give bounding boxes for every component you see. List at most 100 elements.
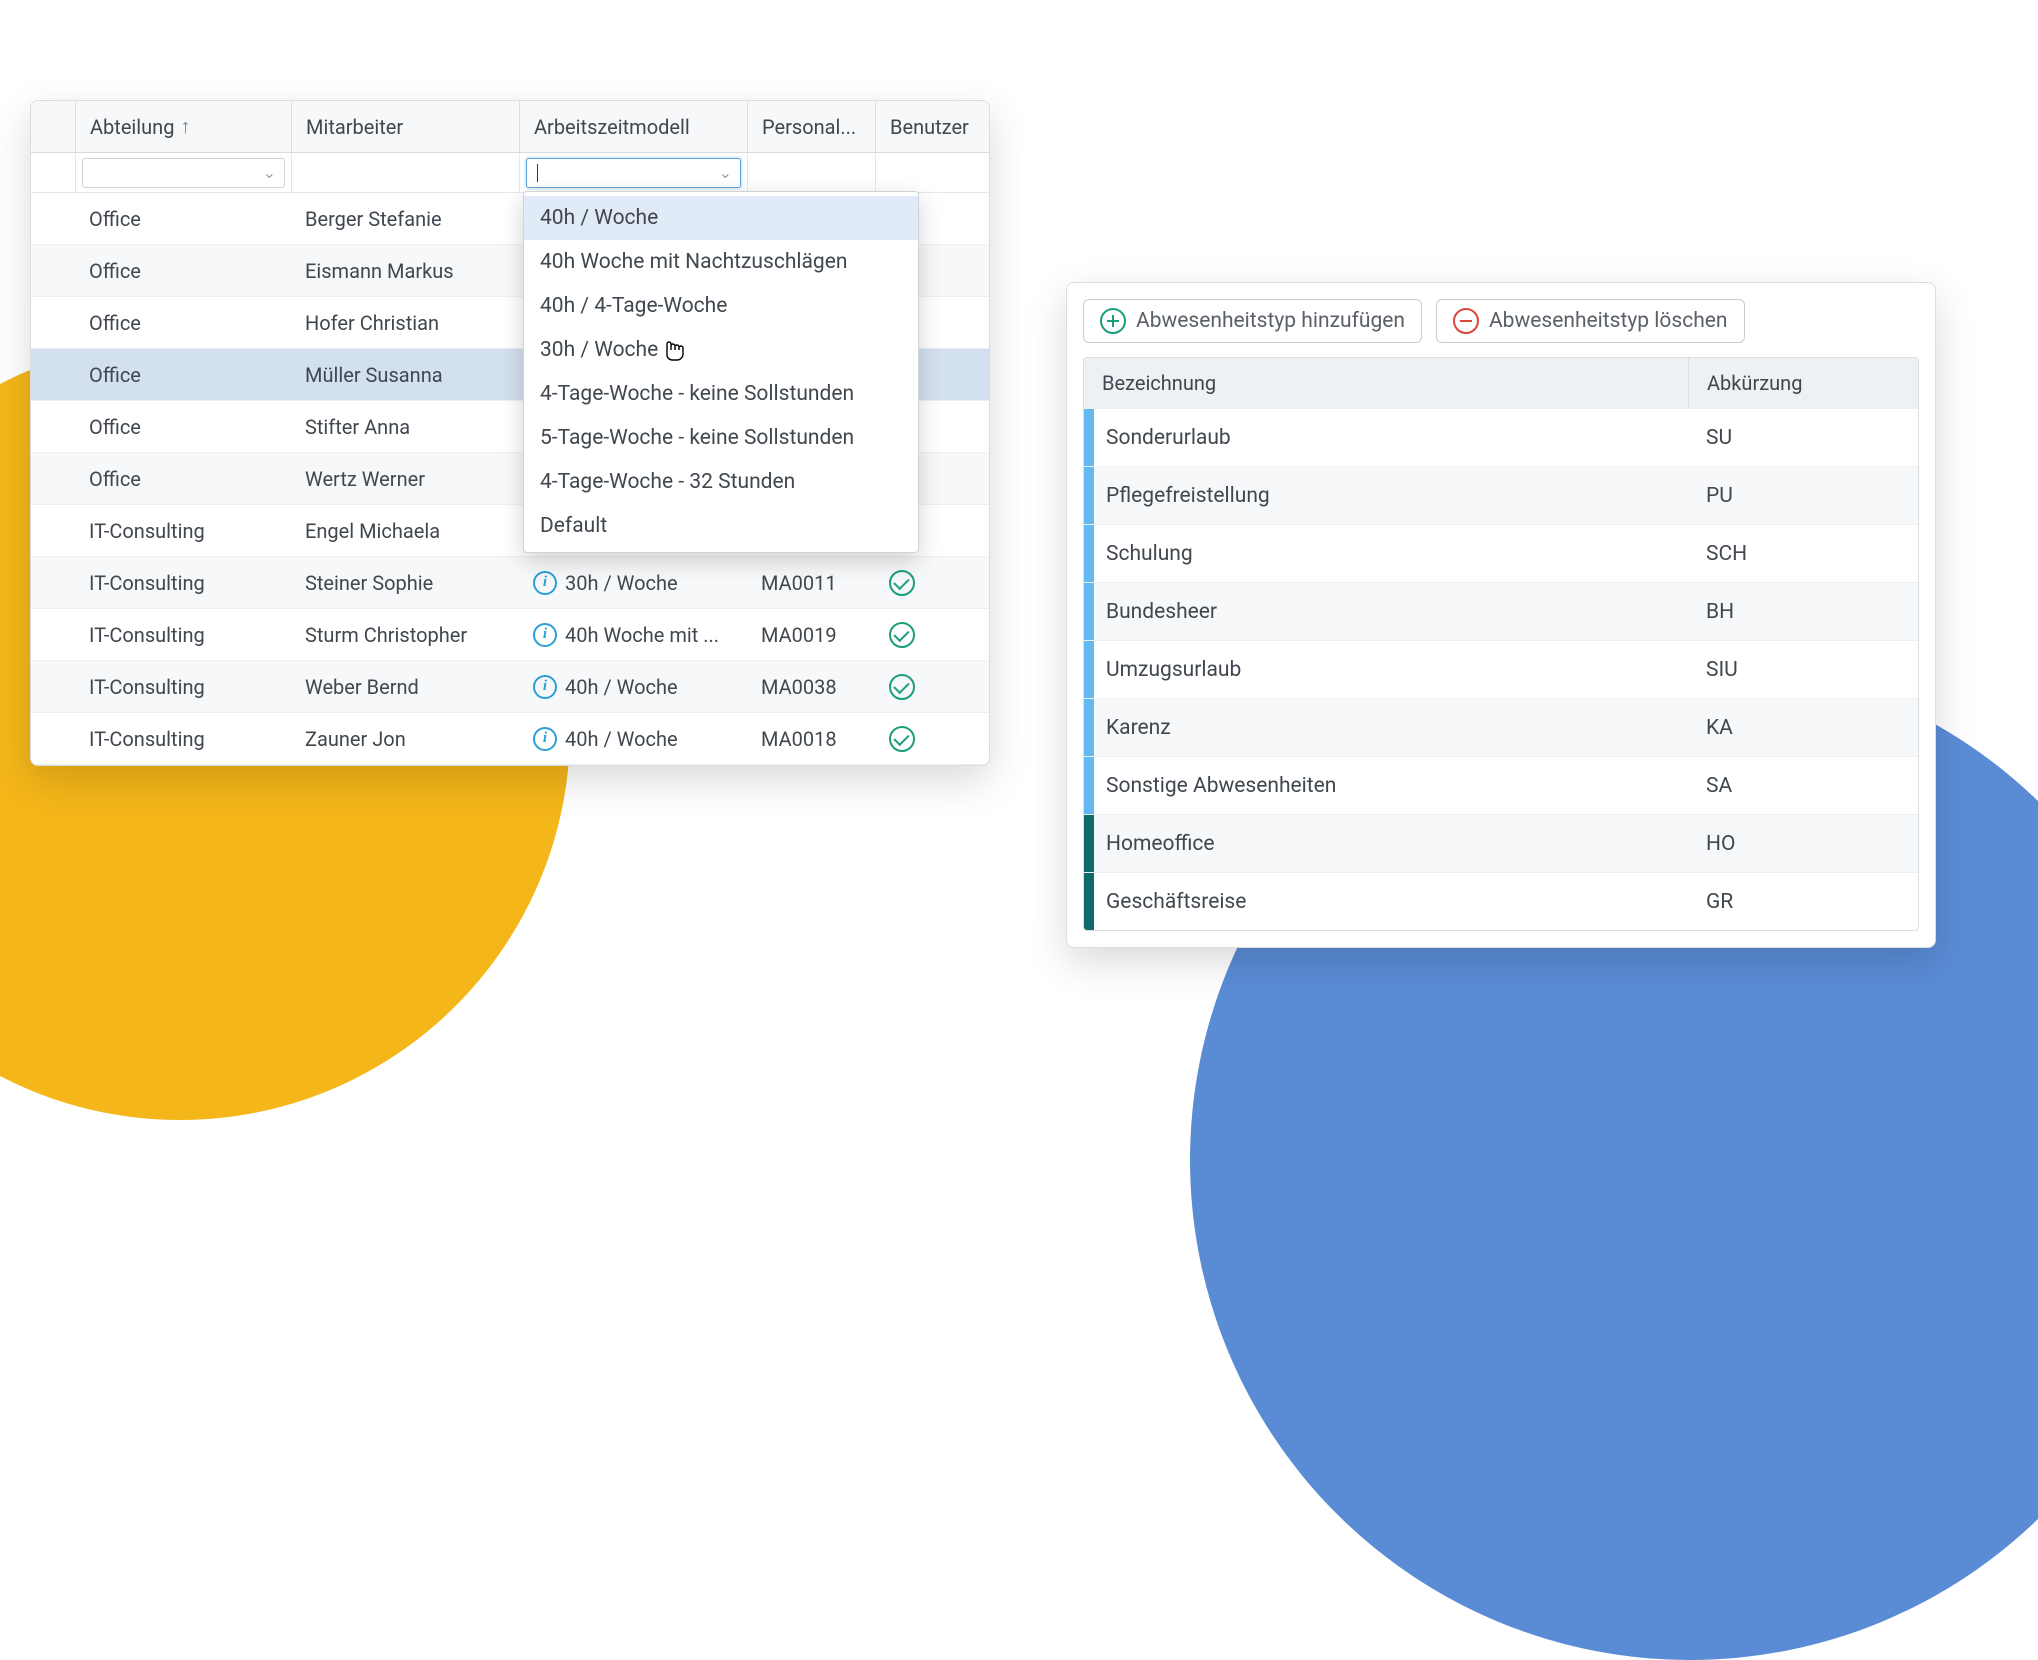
dropdown-option[interactable]: 4-Tage-Woche - keine Sollstunden xyxy=(524,372,918,416)
color-indicator xyxy=(1084,467,1094,524)
cell-absence-abbr: KA xyxy=(1688,699,1918,756)
cell-absence-name: Karenz xyxy=(1094,716,1688,740)
cell-department: Office xyxy=(75,259,291,283)
color-indicator xyxy=(1084,873,1094,930)
color-indicator xyxy=(1084,757,1094,814)
color-indicator xyxy=(1084,409,1094,466)
cell-department: IT-Consulting xyxy=(75,675,291,699)
info-icon[interactable]: i xyxy=(533,727,557,751)
cell-absence-name: Schulung xyxy=(1094,542,1688,566)
grid-filter-checkbox xyxy=(31,153,75,192)
table-row[interactable]: IT-ConsultingZauner Joni40h / WocheMA001… xyxy=(31,713,989,765)
cell-workmodel: i40h Woche mit ... xyxy=(519,623,747,647)
table-row[interactable]: IT-ConsultingWeber Berndi40h / WocheMA00… xyxy=(31,661,989,713)
cell-personnel: MA0019 xyxy=(747,623,875,647)
table-row[interactable]: Sonstige AbwesenheitenSA xyxy=(1084,756,1918,814)
table-row[interactable]: PflegefreistellungPU xyxy=(1084,466,1918,524)
color-indicator xyxy=(1084,583,1094,640)
grid-filter-department-select[interactable]: ⌄ xyxy=(82,158,285,188)
cell-employee: Zauner Jon xyxy=(291,727,519,751)
grid-header-workmodel[interactable]: Arbeitszeitmodell xyxy=(519,101,747,152)
absence-table-body: SonderurlaubSUPflegefreistellungPUSchulu… xyxy=(1084,408,1918,930)
color-indicator xyxy=(1084,525,1094,582)
chevron-down-icon: ⌄ xyxy=(719,163,732,182)
employee-grid-panel: Abteilung ↑ Mitarbeiter Arbeitszeitmodel… xyxy=(30,100,990,766)
cell-user-status xyxy=(875,726,989,752)
dropdown-option[interactable]: 5-Tage-Woche - keine Sollstunden xyxy=(524,416,918,460)
cell-absence-abbr: SU xyxy=(1688,409,1918,466)
table-row[interactable]: GeschäftsreiseGR xyxy=(1084,872,1918,930)
dropdown-option[interactable]: Default xyxy=(524,504,918,548)
cell-personnel: MA0038 xyxy=(747,675,875,699)
add-absence-type-label: Abwesenheitstyp hinzufügen xyxy=(1136,309,1405,333)
table-row[interactable]: UmzugsurlaubSIU xyxy=(1084,640,1918,698)
cell-absence-abbr: HO xyxy=(1688,815,1918,872)
dropdown-option[interactable]: 4-Tage-Woche - 32 Stunden xyxy=(524,460,918,504)
dropdown-option[interactable]: 30h / Woche xyxy=(524,328,918,372)
grid-header-user-label: Benutzer xyxy=(890,115,969,139)
grid-filter-workmodel[interactable]: ⌄ xyxy=(519,153,747,192)
grid-header-personnel[interactable]: Personal... xyxy=(747,101,875,152)
table-row[interactable]: HomeofficeHO xyxy=(1084,814,1918,872)
info-icon[interactable]: i xyxy=(533,675,557,699)
pointer-cursor-icon xyxy=(660,334,684,368)
delete-absence-type-label: Abwesenheitstyp löschen xyxy=(1489,309,1728,333)
check-circle-icon xyxy=(889,726,915,752)
dropdown-option[interactable]: 40h / 4-Tage-Woche xyxy=(524,284,918,328)
grid-filter-employee[interactable] xyxy=(291,153,519,192)
cell-employee: Sturm Christopher xyxy=(291,623,519,647)
table-row[interactable]: IT-ConsultingSteiner Sophiei30h / WocheM… xyxy=(31,557,989,609)
cell-employee: Engel Michaela xyxy=(291,519,519,543)
cell-absence-abbr: SCH xyxy=(1688,525,1918,582)
table-row[interactable]: SonderurlaubSU xyxy=(1084,408,1918,466)
cell-employee: Eismann Markus xyxy=(291,259,519,283)
table-row[interactable]: KarenzKA xyxy=(1084,698,1918,756)
grid-header-employee[interactable]: Mitarbeiter xyxy=(291,101,519,152)
cell-employee: Wertz Werner xyxy=(291,467,519,491)
delete-absence-type-button[interactable]: Abwesenheitstyp löschen xyxy=(1436,299,1745,343)
grid-filter-personnel[interactable] xyxy=(747,153,875,192)
cell-absence-name: Umzugsurlaub xyxy=(1094,658,1688,682)
dropdown-option[interactable]: 40h / Woche xyxy=(524,196,918,240)
cell-department: Office xyxy=(75,467,291,491)
cell-absence-abbr: BH xyxy=(1688,583,1918,640)
workmodel-dropdown[interactable]: 40h / Woche40h Woche mit Nachtzuschlägen… xyxy=(523,191,919,553)
cell-workmodel: i30h / Woche xyxy=(519,571,747,595)
grid-header-employee-label: Mitarbeiter xyxy=(306,115,403,139)
grid-filter-user[interactable] xyxy=(875,153,989,192)
table-row[interactable]: SchulungSCH xyxy=(1084,524,1918,582)
check-circle-icon xyxy=(889,622,915,648)
cell-department: IT-Consulting xyxy=(75,727,291,751)
absence-header-abbr[interactable]: Abkürzung xyxy=(1688,358,1918,408)
check-circle-icon xyxy=(889,674,915,700)
grid-header-department[interactable]: Abteilung ↑ xyxy=(75,101,291,152)
dropdown-option[interactable]: 40h Woche mit Nachtzuschlägen xyxy=(524,240,918,284)
cell-employee: Steiner Sophie xyxy=(291,571,519,595)
cell-absence-abbr: SIU xyxy=(1688,641,1918,698)
cell-absence-abbr: SA xyxy=(1688,757,1918,814)
absence-toolbar: Abwesenheitstyp hinzufügen Abwesenheitst… xyxy=(1083,299,1919,343)
cell-absence-name: Pflegefreistellung xyxy=(1094,484,1688,508)
grid-filter-workmodel-select[interactable]: ⌄ xyxy=(526,158,741,188)
grid-header-user[interactable]: Benutzer xyxy=(875,101,989,152)
color-indicator xyxy=(1084,641,1094,698)
cell-employee: Müller Susanna xyxy=(291,363,519,387)
table-row[interactable]: BundesheerBH xyxy=(1084,582,1918,640)
table-row[interactable]: IT-ConsultingSturm Christopheri40h Woche… xyxy=(31,609,989,661)
info-icon[interactable]: i xyxy=(533,623,557,647)
cell-department: IT-Consulting xyxy=(75,519,291,543)
absence-table-header: Bezeichnung Abkürzung xyxy=(1084,358,1918,408)
add-absence-type-button[interactable]: Abwesenheitstyp hinzufügen xyxy=(1083,299,1422,343)
grid-header-workmodel-label: Arbeitszeitmodell xyxy=(534,115,690,139)
cell-absence-name: Bundesheer xyxy=(1094,600,1688,624)
color-indicator xyxy=(1084,815,1094,872)
grid-filter-department[interactable]: ⌄ xyxy=(75,153,291,192)
cell-personnel: MA0011 xyxy=(747,571,875,595)
absence-types-panel: Abwesenheitstyp hinzufügen Abwesenheitst… xyxy=(1066,282,1936,948)
absence-header-name[interactable]: Bezeichnung xyxy=(1084,371,1688,395)
cell-absence-name: Homeoffice xyxy=(1094,832,1688,856)
grid-header-department-label: Abteilung xyxy=(90,115,174,139)
grid-header-checkbox[interactable] xyxy=(31,101,75,152)
cell-absence-name: Geschäftsreise xyxy=(1094,890,1688,914)
info-icon[interactable]: i xyxy=(533,571,557,595)
